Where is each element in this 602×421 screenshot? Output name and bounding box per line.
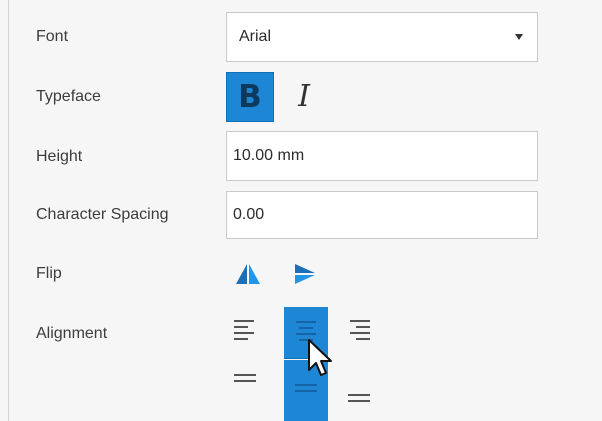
height-input[interactable]: 10.00 mm [226,131,538,181]
height-input-value: 10.00 mm [233,147,305,164]
chevron-down-icon[interactable] [515,34,523,40]
height-label: Height [36,148,83,165]
flip-horizontal-icon[interactable] [233,262,263,286]
typeface-label: Typeface [36,88,101,105]
character-spacing-label: Character Spacing [36,206,169,223]
align-top-button[interactable] [228,368,266,406]
mouse-cursor-icon [308,339,332,376]
font-dropdown[interactable]: Arial [226,12,538,62]
align-bottom-button[interactable] [342,368,380,406]
flip-vertical-icon[interactable] [291,262,319,286]
character-spacing-input-value: 0.00 [233,206,265,223]
align-left-button[interactable] [228,312,266,350]
font-label: Font [36,28,69,45]
bold-button[interactable]: B [226,72,274,122]
italic-button[interactable]: I [286,74,322,120]
panel-divider [8,0,9,421]
align-right-button[interactable] [342,312,380,350]
font-dropdown-value: Arial [239,28,272,45]
alignment-label: Alignment [36,325,108,342]
character-spacing-input[interactable]: 0.00 [226,191,538,239]
flip-label: Flip [36,265,62,282]
